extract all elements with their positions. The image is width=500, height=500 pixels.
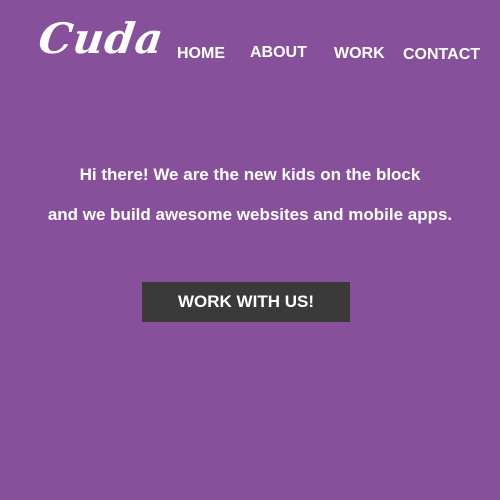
nav-link-work[interactable]: WORK — [334, 44, 385, 64]
nav-link-about[interactable]: ABOUT — [250, 43, 307, 63]
nav-link-contact[interactable]: CONTACT — [403, 45, 480, 65]
nav-link-home[interactable]: HOME — [177, 44, 225, 64]
site-logo[interactable]: Cuda — [36, 14, 167, 63]
hero-text-line-1: Hi there! We are the new kids on the blo… — [79, 165, 421, 184]
hero-text-line-2: and we build awesome websites and mobile… — [47, 205, 453, 224]
work-with-us-button[interactable]: WORK WITH US! — [142, 282, 350, 322]
